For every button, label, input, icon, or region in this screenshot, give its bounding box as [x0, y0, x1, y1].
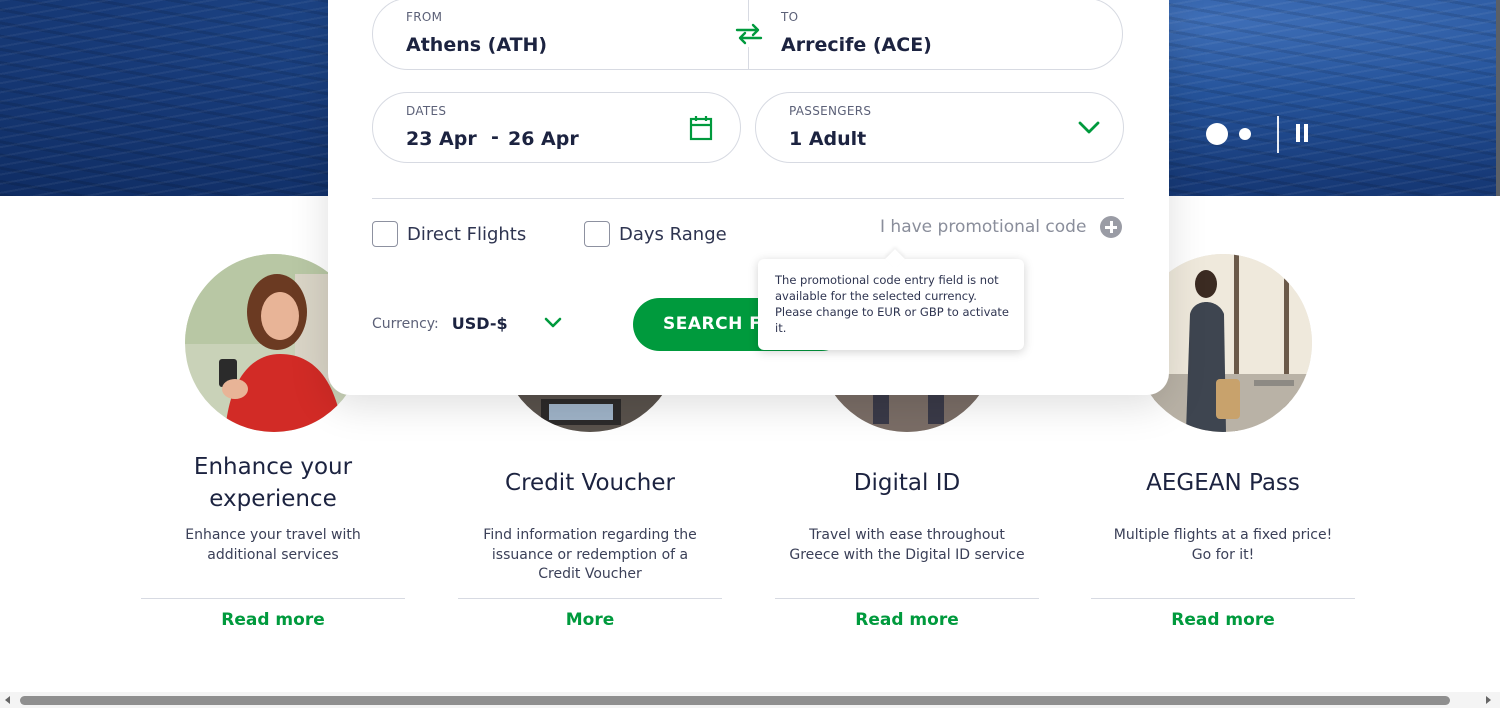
hero-edge	[1496, 0, 1500, 196]
passengers-label: PASSENGERS	[789, 104, 872, 118]
promo-code-label: I have promotional code	[880, 217, 1087, 237]
chevron-down-icon[interactable]	[1078, 120, 1100, 139]
divider	[775, 598, 1039, 599]
from-label: FROM	[406, 10, 443, 24]
to-label: TO	[781, 10, 799, 24]
divider	[1091, 598, 1355, 599]
plus-circle-icon[interactable]	[1100, 216, 1123, 238]
currency-label: Currency:	[372, 315, 439, 332]
chevron-down-icon[interactable]	[544, 314, 562, 333]
card-title: Credit Voucher	[505, 470, 675, 496]
divider	[141, 598, 405, 599]
checkbox-box[interactable]	[372, 221, 398, 247]
pause-icon[interactable]	[1294, 122, 1312, 144]
promo-code-toggle[interactable]: I have promotional code	[880, 216, 1123, 238]
card-description: Find information regarding the issuance …	[483, 527, 697, 582]
carousel-divider	[1277, 116, 1279, 153]
card-description: Enhance your travel with additional serv…	[185, 527, 361, 563]
carousel-dot[interactable]	[1239, 128, 1251, 140]
scroll-left-icon[interactable]	[5, 696, 10, 704]
swap-icon[interactable]	[734, 21, 764, 47]
read-more-link[interactable]: Read more	[141, 610, 405, 630]
card-title: Digital ID	[853, 470, 961, 496]
scroll-right-icon[interactable]	[1486, 696, 1491, 704]
read-more-link[interactable]: Read more	[775, 610, 1039, 630]
read-more-link[interactable]: Read more	[1091, 610, 1355, 630]
currency-selector[interactable]: Currency: USD-$	[372, 314, 562, 333]
direct-flights-checkbox[interactable]: Direct Flights	[372, 221, 526, 247]
from-input[interactable]: Athens (ATH)	[406, 34, 547, 56]
divider	[372, 198, 1124, 199]
direct-flights-label: Direct Flights	[407, 223, 527, 245]
horizontal-scrollbar[interactable]	[0, 692, 1500, 708]
divider	[458, 598, 722, 599]
days-range-label: Days Range	[619, 223, 727, 245]
card-title: Enhance your experience	[193, 454, 353, 512]
dates-label: DATES	[406, 104, 447, 118]
more-link[interactable]: More	[458, 610, 722, 630]
days-range-checkbox[interactable]: Days Range	[584, 221, 727, 247]
scrollbar-thumb[interactable]	[20, 696, 1450, 705]
route-field: FROM Athens (ATH) TO Arrecife (ACE)	[372, 0, 1123, 70]
checkbox-box[interactable]	[584, 221, 610, 247]
flight-search-panel: FROM Athens (ATH) TO Arrecife (ACE) DATE…	[328, 0, 1169, 395]
card-title: AEGEAN Pass	[1146, 470, 1300, 496]
return-date[interactable]: 26 Apr	[508, 128, 579, 150]
calendar-icon[interactable]	[689, 115, 713, 145]
card-description: Multiple flights at a fixed price! Go fo…	[1113, 527, 1333, 563]
dates-field[interactable]: DATES 23 Apr - 26 Apr	[372, 92, 741, 163]
carousel-dot-active[interactable]	[1206, 123, 1228, 145]
passengers-dropdown[interactable]: PASSENGERS 1 Adult	[755, 92, 1124, 163]
date-separator: -	[491, 126, 499, 148]
passengers-value: 1 Adult	[789, 128, 867, 150]
card-description: Travel with ease throughout Greece with …	[789, 527, 1025, 563]
to-input[interactable]: Arrecife (ACE)	[781, 34, 932, 56]
promo-code-tooltip: The promotional code entry field is not …	[758, 259, 1024, 350]
currency-value[interactable]: USD-$	[452, 314, 508, 333]
departure-date[interactable]: 23 Apr	[406, 128, 477, 150]
